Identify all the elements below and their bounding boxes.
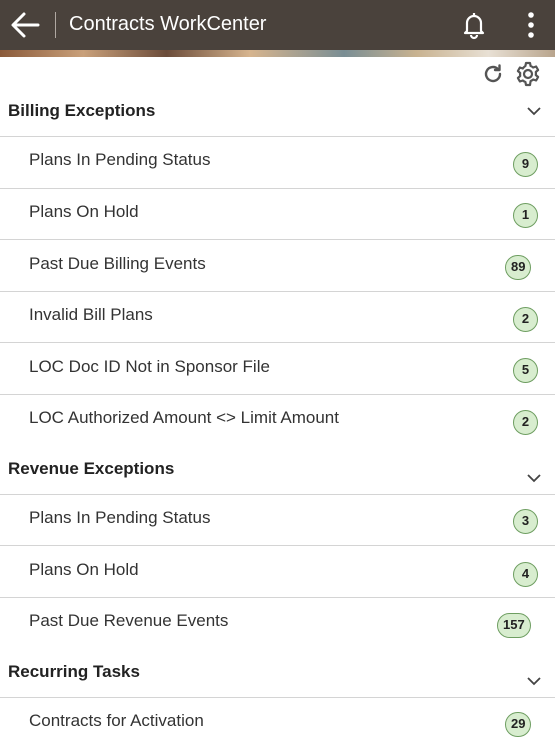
section-title: Billing Exceptions (8, 101, 156, 120)
list-item[interactable]: Past Due Billing Events 89 (0, 239, 555, 291)
list-item[interactable]: Plans In Pending Status 9 (0, 136, 555, 188)
count-badge: 4 (513, 562, 538, 587)
list-item[interactable]: Past Due Revenue Events 157 (0, 597, 555, 649)
item-label: LOC Doc ID Not in Sponsor File (29, 357, 270, 376)
list-item[interactable]: Invalid Bill Plans 2 (0, 291, 555, 343)
chevron-down-icon (527, 107, 541, 116)
item-label: Past Due Revenue Events (29, 611, 229, 630)
list-item[interactable]: Plans On Hold 4 (0, 545, 555, 597)
count-badge: 5 (513, 358, 538, 383)
notifications-button[interactable] (460, 10, 488, 40)
gear-icon (516, 61, 540, 87)
bell-icon (463, 13, 485, 40)
count-badge: 9 (513, 152, 538, 177)
item-label: Plans In Pending Status (29, 508, 211, 527)
count-badge: 29 (505, 712, 532, 737)
section-toggle[interactable] (524, 674, 544, 688)
count-badge: 1 (513, 203, 538, 228)
list-item[interactable]: Plans In Pending Status 3 (0, 494, 555, 546)
refresh-button[interactable] (481, 62, 505, 86)
refresh-icon (484, 64, 502, 83)
list-item[interactable]: Plans On Hold 1 (0, 188, 555, 240)
item-label: Plans In Pending Status (29, 150, 211, 169)
section-title: Revenue Exceptions (8, 459, 175, 478)
section-toggle[interactable] (524, 104, 544, 118)
section-toggle[interactable] (524, 471, 544, 485)
item-label: Past Due Billing Events (29, 254, 206, 273)
kebab-menu-icon (528, 12, 534, 38)
count-badge: 89 (505, 255, 532, 280)
arrow-left-icon (11, 12, 40, 38)
chevron-down-icon (527, 677, 541, 686)
count-badge: 2 (513, 307, 538, 332)
list-item[interactable]: LOC Doc ID Not in Sponsor File 5 (0, 342, 555, 394)
section-title: Recurring Tasks (8, 662, 140, 681)
list-item[interactable]: Contracts for Activation 29 (0, 697, 555, 749)
settings-button[interactable] (514, 60, 542, 88)
list-item[interactable]: LOC Authorized Amount <> Limit Amount 2 (0, 394, 555, 446)
count-badge: 3 (513, 509, 538, 534)
actions-menu-button[interactable] (520, 10, 542, 40)
count-badge: 157 (497, 613, 531, 638)
header-divider (55, 12, 56, 38)
item-label: Plans On Hold (29, 560, 139, 579)
item-label: Invalid Bill Plans (29, 305, 153, 324)
header-banner (0, 50, 555, 57)
back-button[interactable] (8, 8, 44, 42)
item-label: Plans On Hold (29, 202, 139, 221)
count-badge: 2 (513, 410, 538, 435)
item-label: Contracts for Activation (29, 711, 204, 730)
chevron-down-icon (527, 474, 541, 483)
item-label: LOC Authorized Amount <> Limit Amount (29, 408, 339, 427)
app-header: Contracts WorkCenter (0, 0, 555, 50)
page-title: Contracts WorkCenter (69, 13, 267, 35)
